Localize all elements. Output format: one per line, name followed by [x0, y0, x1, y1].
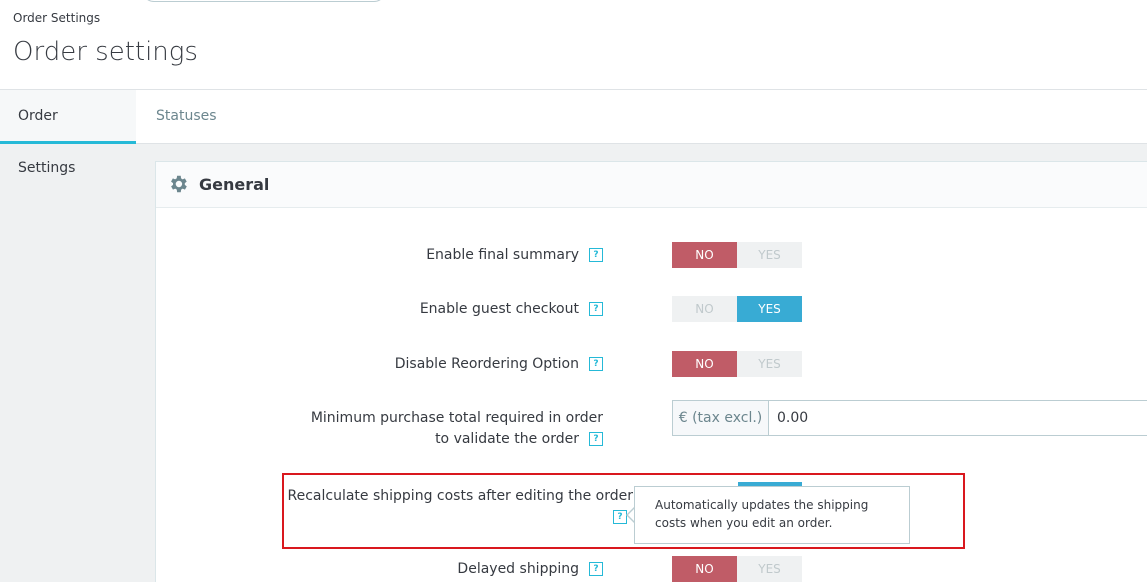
field-label: Minimum purchase total required in order…: [293, 408, 603, 450]
tab-bar: Order Settings Statuses: [0, 90, 1147, 176]
help-tooltip: Automatically updates the shipping costs…: [634, 486, 910, 544]
switch-yes[interactable]: YES: [737, 242, 802, 268]
min-purchase-input[interactable]: [769, 401, 1147, 435]
disable-reordering-switch[interactable]: NO YES: [672, 351, 802, 377]
switch-yes[interactable]: YES: [737, 351, 802, 377]
switch-yes[interactable]: YES: [737, 556, 802, 582]
help-icon[interactable]: ?: [589, 432, 603, 446]
tab-order-settings[interactable]: Order Settings: [0, 90, 136, 176]
help-icon[interactable]: ?: [589, 302, 603, 316]
search-pill[interactable]: [142, 0, 386, 2]
help-icon[interactable]: ?: [589, 248, 603, 262]
help-icon[interactable]: ?: [589, 357, 603, 371]
gear-icon: [171, 175, 187, 193]
switch-yes[interactable]: YES: [737, 296, 802, 322]
page-title: Order settings: [13, 37, 198, 67]
field-label: Disable Reordering Option?: [395, 354, 603, 375]
page-header: Order Settings Order settings: [0, 0, 1147, 90]
panel-header: General: [156, 162, 1147, 208]
currency-addon: € (tax excl.): [673, 401, 769, 435]
switch-no[interactable]: NO: [672, 556, 737, 582]
final-summary-switch[interactable]: NO YES: [672, 242, 802, 268]
field-label: Delayed shipping?: [457, 559, 603, 580]
switch-no[interactable]: NO: [672, 296, 737, 322]
field-label-text: Enable guest checkout: [419, 301, 579, 317]
field-label-text: Disable Reordering Option: [394, 356, 579, 372]
switch-no[interactable]: NO: [672, 351, 737, 377]
field-label-text: Minimum purchase total required in order…: [310, 410, 603, 447]
switch-no[interactable]: NO: [672, 242, 737, 268]
delayed-shipping-switch[interactable]: NO YES: [672, 556, 802, 582]
panel-title: General: [199, 175, 270, 194]
help-icon[interactable]: ?: [589, 562, 603, 576]
field-label: Enable final summary?: [426, 245, 603, 266]
field-label-text: Delayed shipping: [457, 561, 579, 577]
breadcrumb[interactable]: Order Settings: [13, 11, 100, 25]
field-label-text: Enable final summary: [426, 247, 579, 263]
field-label: Enable guest checkout?: [420, 299, 603, 320]
tab-statuses[interactable]: Statuses: [138, 90, 235, 144]
min-purchase-input-group: € (tax excl.): [672, 400, 1147, 436]
guest-checkout-switch[interactable]: NO YES: [672, 296, 802, 322]
